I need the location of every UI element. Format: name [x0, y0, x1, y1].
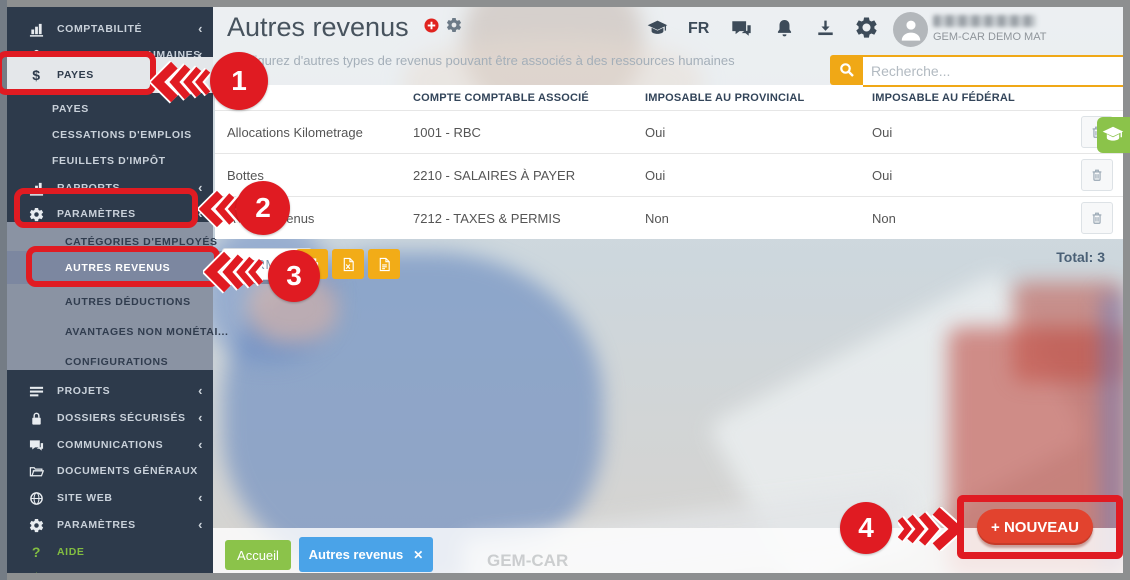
chevron-left-icon: ‹	[198, 206, 203, 221]
pdf-file-icon	[377, 257, 392, 272]
chevron-left-icon: ‹	[198, 437, 203, 452]
column-header-compte: COMPTE COMPTABLE ASSOCIÉ	[413, 92, 645, 104]
delete-trash-button[interactable]	[1081, 202, 1113, 234]
user-name-redacted	[933, 15, 1036, 27]
folder-icon	[29, 464, 44, 479]
chat-icon	[29, 438, 44, 453]
messages-chat-icon[interactable]	[731, 18, 752, 44]
frame-right	[1123, 0, 1130, 580]
question-icon: ?	[29, 545, 44, 560]
lock-icon	[29, 411, 44, 426]
bar-chart-icon	[29, 181, 44, 196]
app-window: Autres revenus Configurez d'autres types…	[0, 0, 1130, 580]
column-header-federal: IMPOSABLE AU FÉDÉRAL	[872, 92, 1063, 104]
chevron-left-icon: ‹	[198, 517, 203, 532]
cell-account: 7212 - TAXES & PERMIS	[413, 211, 645, 226]
frame-top	[0, 0, 1130, 7]
new-button[interactable]: + NOUVEAU	[977, 509, 1093, 545]
notifications-bell-icon[interactable]	[774, 18, 795, 44]
cell-account: 1001 - RBC	[413, 125, 645, 140]
page-subtitle: Configurez d'autres types de revenus pou…	[227, 53, 735, 68]
sidebar-item-projets[interactable]: PROJETS ‹	[7, 378, 213, 404]
excel-file-icon	[341, 257, 356, 272]
settings-gear-icon[interactable]	[855, 16, 878, 44]
revenues-table: NOM COMPTE COMPTABLE ASSOCIÉ IMPOSABLE A…	[215, 85, 1123, 239]
gear-icon	[29, 518, 44, 533]
delete-trash-button[interactable]	[1081, 159, 1113, 191]
sidebar-item-rapports[interactable]: RAPPORTS ‹	[7, 175, 213, 201]
chevron-left-icon: ‹	[198, 490, 203, 505]
cell-provincial: Oui	[645, 125, 872, 140]
tab-label: Autres revenus	[309, 547, 404, 562]
cell-federal: Oui	[872, 168, 1063, 183]
chevron-left-icon: ‹	[198, 383, 203, 398]
sidebar-item-parametres[interactable]: PARAMÈTRES ‹	[7, 512, 213, 538]
page-settings-gear-icon[interactable]	[446, 17, 462, 33]
photo-watermark: GEM-CAR	[487, 551, 568, 571]
sidebar-item-payes-parent[interactable]: $ PAYES	[7, 57, 213, 93]
language-switcher[interactable]: FR	[688, 20, 709, 38]
sidebar-item-site-web[interactable]: SITE WEB ‹	[7, 485, 213, 511]
download-icon[interactable]	[815, 18, 836, 44]
sidebar-item-dossiers-securises[interactable]: DOSSIERS SÉCURISÉS ‹	[7, 405, 213, 431]
tutorials-graduation-cap-icon[interactable]	[647, 18, 668, 44]
bar-chart-icon	[29, 22, 44, 37]
graduation-cap-icon	[1102, 124, 1124, 146]
sidebar-nav: COMPTABILITÉ ‹ RESSOURCES HUMAINES ‹ $ P…	[7, 7, 213, 573]
sidebar-item-avantages-non-monetaires[interactable]: AVANTAGES NON MONÉTAI...	[7, 319, 271, 345]
sidebar-item-aide[interactable]: ? AIDE	[7, 539, 213, 565]
cell-provincial: Non	[645, 211, 872, 226]
add-circle-icon[interactable]	[424, 18, 439, 33]
sidebar-item-comptabilite[interactable]: COMPTABILITÉ ‹	[7, 16, 213, 42]
chevron-left-icon: ‹	[198, 410, 203, 425]
tab-autres-revenus[interactable]: Autres revenus ✕	[299, 537, 433, 572]
search-button[interactable]	[830, 55, 863, 85]
list-icon	[29, 384, 44, 399]
print-button[interactable]	[296, 249, 328, 279]
search-input[interactable]	[863, 55, 1125, 87]
cell-federal: Oui	[872, 125, 1063, 140]
chevron-left-icon: ‹	[198, 21, 203, 36]
tab-home[interactable]: Accueil	[225, 540, 291, 570]
search-icon	[839, 62, 855, 78]
frame-bottom	[0, 573, 1130, 580]
gear-icon	[29, 207, 44, 222]
cell-account: 2210 - SALAIRES À PAYER	[413, 168, 645, 183]
sidebar-item-configurations[interactable]: CONFIGURATIONS	[7, 349, 271, 375]
sidebar-item-communications[interactable]: COMMUNICATIONS ‹	[7, 432, 213, 458]
tab-close-icon[interactable]: ✕	[413, 548, 423, 562]
export-excel-button[interactable]	[332, 249, 364, 279]
table-header-row: NOM COMPTE COMPTABLE ASSOCIÉ IMPOSABLE A…	[215, 85, 1123, 110]
frame-left	[0, 0, 7, 580]
globe-icon	[29, 491, 44, 506]
table-row[interactable]: Autres revenus 7212 - TAXES & PERMIS Non…	[215, 196, 1123, 239]
help-graduation-cap-button[interactable]	[1097, 117, 1130, 153]
dollar-icon: $	[29, 68, 44, 83]
cell-provincial: Oui	[645, 168, 872, 183]
chevron-left-icon: ‹	[198, 180, 203, 195]
sidebar-item-autres-deductions[interactable]: AUTRES DÉDUCTIONS	[7, 289, 271, 315]
export-pdf-button[interactable]	[368, 249, 400, 279]
sidebar-item-documents-generaux[interactable]: DOCUMENTS GÉNÉRAUX	[7, 458, 213, 484]
cell-name: Allocations Kilometrage	[227, 125, 413, 140]
printer-icon	[305, 257, 320, 272]
user-account-label: GEM-CAR DEMO MAT	[933, 31, 1046, 43]
page-title: Autres revenus	[227, 12, 409, 43]
cell-name: Autres revenus	[227, 211, 413, 226]
column-header-nom: NOM	[227, 92, 413, 104]
user-avatar[interactable]	[893, 12, 928, 47]
table-row[interactable]: Allocations Kilometrage 1001 - RBC Oui O…	[215, 110, 1123, 153]
column-header-provincial: IMPOSABLE AU PROVINCIAL	[645, 92, 872, 104]
total-count-label: Total: 3	[985, 249, 1105, 265]
table-row[interactable]: Bottes 2210 - SALAIRES À PAYER Oui Oui	[215, 153, 1123, 196]
cell-name: Bottes	[227, 168, 413, 183]
cell-federal: Non	[872, 211, 1063, 226]
